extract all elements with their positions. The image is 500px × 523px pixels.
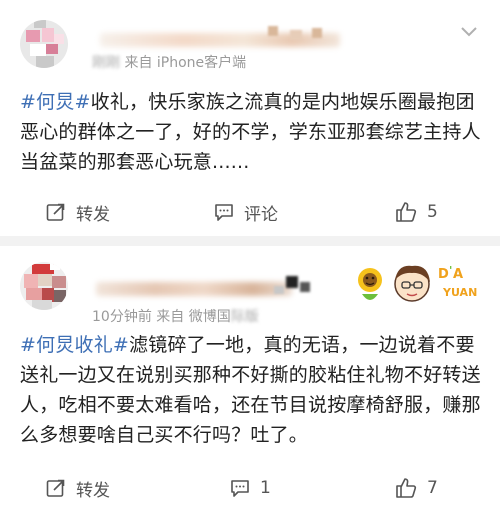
post-meta: 刚刚 来自 iPhone客户端 [92,52,246,72]
username-pixel-block [274,286,284,294]
post-time: 10分钟前 [92,309,152,325]
post-time: 刚刚 [92,55,120,71]
sticker-decoration: D ' A YUAN [358,264,477,302]
username-pixel-block [286,276,298,288]
username-pixel-block [290,30,302,40]
share-label: 转发 [76,480,110,501]
post-content: #何炅#收礼，快乐家族之流真的是内地娱乐圈最抱团恶心的群体之一了，好的不学，学东… [20,87,484,177]
share-icon [46,203,65,221]
share-label: 转发 [76,204,110,225]
thumbs-up-icon [396,202,417,222]
like-count: 5 [427,202,438,222]
comment-count: 1 [260,478,271,498]
post-card: D ' A YUAN 10分钟前 来自 微博国际版 #何炅收礼#滤镜碎了一地，真… [0,246,500,523]
like-count: 7 [427,478,438,498]
post-source[interactable]: iPhone客户端 [157,55,246,71]
comment-button[interactable]: 评论 [214,198,278,226]
username-pixel-block [312,28,322,38]
username-pixel-block [300,282,310,292]
share-icon [46,479,65,497]
thumbs-up-icon [396,478,417,498]
username-blurred[interactable] [96,282,292,296]
like-button[interactable]: 7 [395,474,438,502]
post-card: 刚刚 来自 iPhone客户端 #何炅#收礼，快乐家族之流真的是内地娱乐圈最抱团… [0,0,500,236]
share-button[interactable]: 转发 [46,474,110,502]
post-meta: 10分钟前 来自 微博国际版 [92,306,259,326]
post-source-blurred: 际版 [230,309,259,325]
post-source-prefix: 来自 [124,55,157,71]
svg-text:': ' [449,264,452,277]
sticker-text: YUAN [442,286,477,299]
post-source-prefix[interactable]: 来自 微博国 [156,309,230,325]
comment-icon [231,480,249,497]
svg-text:A: A [453,267,463,282]
svg-text:D: D [438,267,449,282]
post-actions: 转发 评论 5 [0,192,500,232]
comment-label: 评论 [244,204,278,225]
like-button[interactable]: 5 [395,198,438,226]
hashtag-link[interactable]: #何炅收礼# [20,334,129,356]
weibo-feed: 刚刚 来自 iPhone客户端 #何炅#收礼，快乐家族之流真的是内地娱乐圈最抱团… [0,0,500,523]
post-actions: 转发 1 7 [0,468,500,508]
post-content: #何炅收礼#滤镜碎了一地，真的无语，一边说着不要送礼一边又在说别买那种不好撕的胶… [20,330,484,450]
hashtag-link[interactable]: #何炅# [20,91,91,113]
chevron-down-icon[interactable] [460,26,478,38]
comment-icon [215,204,233,221]
share-button[interactable]: 转发 [46,198,110,226]
avatar[interactable] [20,20,68,68]
comment-button[interactable]: 1 [230,474,271,502]
username-blurred[interactable] [100,33,340,47]
username-pixel-block [268,26,278,36]
avatar[interactable] [20,262,68,310]
